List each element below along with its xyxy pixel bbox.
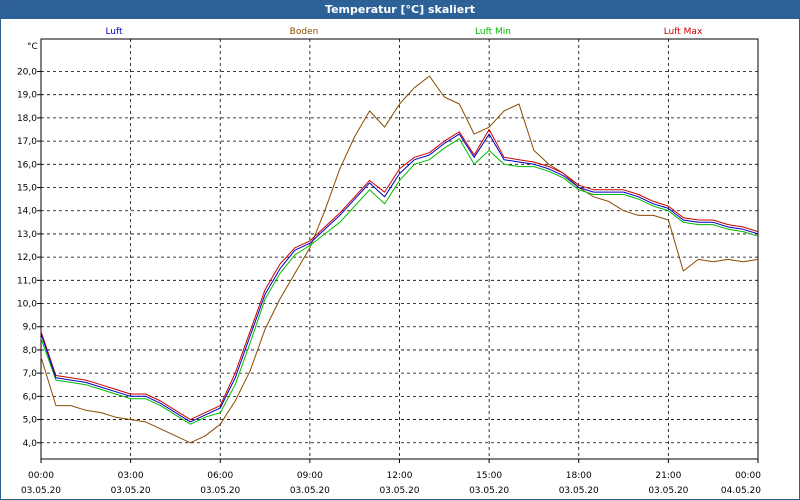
y-tick-label: 8,0: [23, 346, 38, 356]
x-tick-date-label: 03.05.20: [21, 486, 61, 496]
y-tick-label: 5,0: [23, 416, 38, 426]
y-tick-label: 6,0: [23, 392, 38, 402]
y-tick-label: 7,0: [23, 369, 38, 379]
y-tick-label: 4,0: [23, 439, 38, 449]
x-tick-time-label: 00:00: [28, 471, 54, 481]
grid: [41, 39, 758, 459]
x-tick-date-label: 03.05.20: [290, 486, 330, 496]
x-tick-time-label: 09:00: [297, 471, 323, 481]
legend-entry-luft-min: Luft Min: [475, 27, 511, 37]
y-tick-label: 9,0: [23, 323, 38, 333]
x-tick-time-label: 12:00: [387, 471, 413, 481]
y-tick-label: 15,0: [17, 184, 37, 194]
x-tick-date-label: 03.05.20: [648, 486, 688, 496]
y-tick-label: 17,0: [17, 137, 37, 147]
y-tick-label: 10,0: [17, 300, 37, 310]
x-tick-date-label: 03.05.20: [111, 486, 151, 496]
x-tick-time-label: 21:00: [655, 471, 681, 481]
y-axis-ticks: °C 4,0 5,0 6,0 7,0 8,0 9,0 10,0 11,0 12,0 13,0 14,0…: [17, 42, 41, 449]
window-title: Temperatur [°C] skaliert: [1, 1, 799, 19]
x-tick-time-label: 15:00: [476, 471, 502, 481]
y-tick-label: 12,0: [17, 253, 37, 263]
x-tick-time-label: 03:00: [118, 471, 144, 481]
y-tick-label: 14,0: [17, 207, 37, 217]
x-tick-time-label: 06:00: [207, 471, 233, 481]
legend-entry-luft-max: Luft Max: [664, 27, 703, 37]
x-axis-ticks: 00:00 03.05.20 03:00 03.05.20 06:00 03.05.20 0…: [21, 459, 761, 496]
y-tick-label: 20,0: [17, 67, 37, 77]
x-tick-date-label: 03.05.20: [559, 486, 599, 496]
legend-entry-boden: Boden: [290, 27, 319, 37]
x-tick-date-label: 03.05.20: [379, 486, 419, 496]
x-tick-time-label: 00:00: [735, 471, 761, 481]
y-tick-label: 13,0: [17, 230, 37, 240]
temperature-chart: °C 4,0 5,0 6,0 7,0 8,0 9,0 10,0 11,0 12,0 13,0 14,0…: [17, 27, 761, 496]
chart-window: Temperatur [°C] skaliert °C 4,0 5,0 6,0 7,0 8…: [0, 0, 800, 500]
y-tick-label: 18,0: [17, 114, 37, 124]
x-tick-date-label: 03.05.20: [469, 486, 509, 496]
y-unit-label: °C: [27, 42, 38, 52]
y-tick-label: 11,0: [17, 276, 37, 286]
legend-entry-luft: Luft: [105, 27, 123, 37]
y-tick-label: 16,0: [17, 160, 37, 170]
legend: Luft Boden Luft Min Luft Max: [105, 27, 703, 37]
x-tick-date-label: 04.05.20: [721, 486, 761, 496]
y-tick-label: 19,0: [17, 91, 37, 101]
x-tick-date-label: 03.05.20: [200, 486, 240, 496]
x-tick-time-label: 18:00: [566, 471, 592, 481]
